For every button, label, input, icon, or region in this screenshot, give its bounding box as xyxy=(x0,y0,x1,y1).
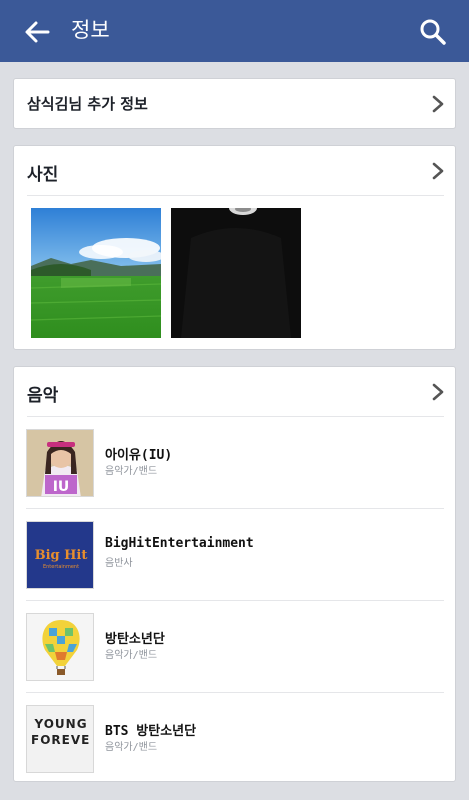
music-title: 음악 xyxy=(27,386,59,406)
bighit-thumb-subtext: Entertainment xyxy=(43,564,79,570)
artist-category: 음악가/밴드 xyxy=(105,742,158,753)
artist-category: 음악가/밴드 xyxy=(105,466,158,477)
search-icon xyxy=(420,19,446,45)
artist-thumbnail: Big Hit Entertainment xyxy=(26,521,94,589)
divider xyxy=(27,195,444,196)
artist-thumbnail xyxy=(26,613,94,681)
music-card: 음악 IU 아이유(IU) 음악가/밴드 Big Hit Entertainme… xyxy=(13,366,456,782)
extra-info-card[interactable]: 삼식김님 추가 정보 xyxy=(13,78,456,129)
chevron-right-icon xyxy=(432,383,444,401)
landscape-photo[interactable] xyxy=(31,208,161,338)
artist-name: 방탄소년단 xyxy=(105,632,165,647)
photos-header[interactable]: 사진 xyxy=(14,146,455,196)
list-item[interactable]: YOUNG FOREVER BTS 방탄소년단 음악가/밴드 xyxy=(14,693,457,783)
bighit-thumb-text: Big Hit xyxy=(35,548,88,563)
back-button[interactable] xyxy=(20,15,54,49)
page-title: 정보 xyxy=(71,18,110,42)
artist-name: BigHitEntertainment xyxy=(105,536,254,551)
list-item[interactable]: Big Hit Entertainment BigHitEntertainmen… xyxy=(14,509,457,601)
search-button[interactable] xyxy=(416,15,450,49)
artist-category: 음악가/밴드 xyxy=(105,650,158,661)
list-item[interactable]: IU 아이유(IU) 음악가/밴드 xyxy=(14,417,457,509)
young-forever-thumb-text: YOUNG FOREVER xyxy=(31,717,91,747)
top-app-bar: 정보 xyxy=(0,0,469,62)
extra-info-label: 삼식김님 추가 정보 xyxy=(27,95,148,113)
artist-thumbnail: IU xyxy=(26,429,94,497)
artist-category: 음반사 xyxy=(105,558,133,569)
chevron-right-icon xyxy=(432,95,444,113)
music-header[interactable]: 음악 xyxy=(14,367,455,417)
iu-thumb-text: IU xyxy=(53,479,70,495)
chevron-right-icon xyxy=(432,162,444,180)
photos-title: 사진 xyxy=(27,165,59,185)
list-item[interactable]: 방탄소년단 음악가/밴드 xyxy=(14,601,457,693)
dark-photo[interactable] xyxy=(171,208,301,338)
photos-card: 사진 xyxy=(13,145,456,350)
arrow-left-icon xyxy=(25,21,50,43)
artist-name: BTS 방탄소년단 xyxy=(105,724,197,739)
artist-thumbnail: YOUNG FOREVER xyxy=(26,705,94,773)
artist-name: 아이유(IU) xyxy=(105,448,173,463)
